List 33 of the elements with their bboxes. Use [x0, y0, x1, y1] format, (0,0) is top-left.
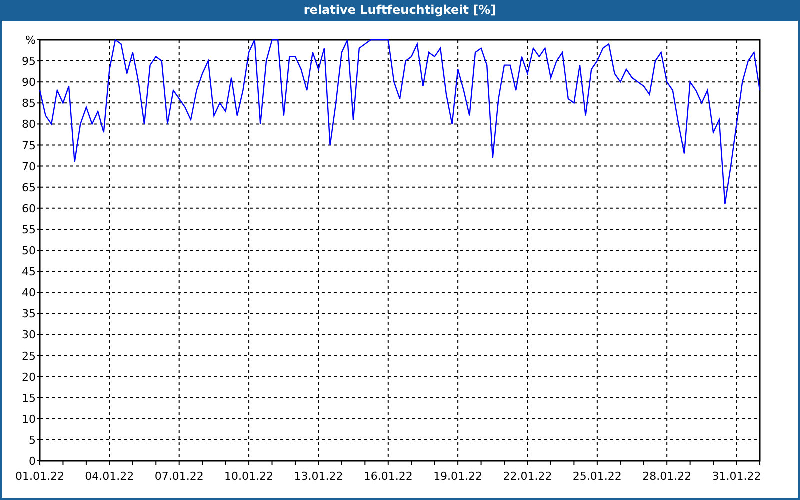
axis-label: 22.01.22: [503, 470, 552, 483]
axis-label: 07.01.22: [154, 470, 204, 483]
axis-label: 45: [22, 266, 36, 279]
axis-label: 0: [29, 455, 36, 468]
axis-label: 25.01.22: [572, 470, 622, 483]
axis-label: 95: [22, 55, 36, 68]
axis-label: 25: [22, 350, 36, 363]
axis-label: 19.01.22: [434, 470, 483, 483]
axis-label: 28.01.22: [642, 470, 692, 483]
axis-label: 16.01.22: [364, 470, 413, 483]
axis-label: 10.01.22: [224, 470, 274, 483]
axis-label: 5: [29, 434, 36, 447]
axis-label: 85: [22, 97, 36, 110]
axis-label: 50: [22, 244, 36, 258]
axis-label: 80: [22, 118, 36, 132]
axis-label: %: [26, 34, 36, 47]
axis-label: 75: [22, 139, 36, 152]
axis-label: 01.01.22: [16, 470, 64, 483]
axis-label: 20: [22, 370, 36, 384]
axis-label: 40: [22, 286, 36, 300]
axis-label: 65: [22, 181, 36, 194]
axis-label: 60: [22, 202, 36, 216]
axis-label: 35: [22, 308, 36, 321]
axis-label: 15: [22, 392, 36, 405]
axis-label: 13.01.22: [294, 470, 344, 483]
axis-label: 90: [22, 76, 36, 90]
axis-label: 10: [22, 412, 36, 426]
window-title: relative Luftfeuchtigkeit [%]: [304, 2, 496, 19]
axis-label: 04.01.22: [85, 470, 134, 483]
axis-label: 31.01.22: [712, 470, 762, 483]
axis-label: 70: [22, 160, 36, 174]
axis-label: 55: [22, 223, 36, 236]
axis-label: 30: [22, 328, 36, 342]
